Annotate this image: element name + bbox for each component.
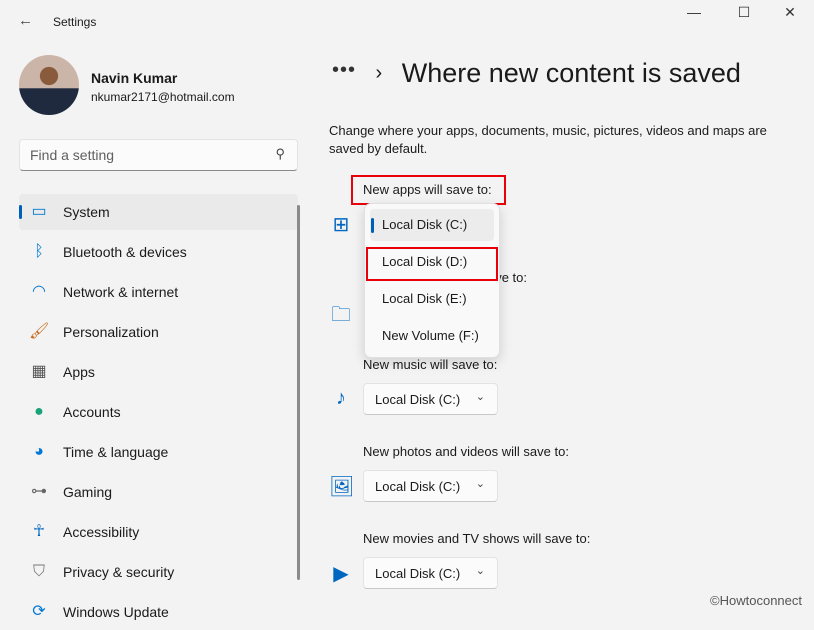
breadcrumb-more-button[interactable]: ••• <box>332 59 356 81</box>
avatar[interactable] <box>19 55 79 115</box>
folder-icon: 🗀 <box>331 304 351 326</box>
person-icon: ● <box>34 403 44 420</box>
sidebar-item-label: Time & language <box>63 444 169 460</box>
accessibility-icon: ☥ <box>33 523 45 540</box>
chevron-down-icon: ⌄ <box>475 391 485 403</box>
sidebar-scrollbar[interactable] <box>297 205 300 580</box>
search-placeholder: Find a setting <box>30 147 115 163</box>
page-description: Change where your apps, documents, music… <box>329 123 767 156</box>
selected-value: Local Disk (C:) <box>375 479 461 494</box>
selected-value: Local Disk (C:) <box>375 566 461 581</box>
gamepad-icon: ⊶ <box>31 483 47 500</box>
section-label: New photos and videos will save to: <box>363 444 569 459</box>
drive-select[interactable]: Local Disk (C:) ⌄ <box>363 470 498 502</box>
video-icon: ▶ <box>333 563 349 585</box>
back-button[interactable]: ← <box>18 12 33 29</box>
sidebar-item-label: Gaming <box>63 484 113 500</box>
selection-indicator <box>19 205 22 219</box>
option-label: New Volume (F:) <box>382 328 479 343</box>
sidebar-item[interactable]: ☥ Accessibility <box>19 514 298 550</box>
sidebar-item-label: Privacy & security <box>63 564 175 580</box>
dropdown-option[interactable]: New Volume (F:) <box>370 320 494 352</box>
drive-select[interactable]: Local Disk (C:) ⌄ <box>363 383 498 415</box>
highlight-box <box>366 247 498 281</box>
sidebar-item[interactable]: ⊶ Gaming <box>19 474 298 510</box>
highlight-box <box>351 175 506 205</box>
sidebar-item[interactable]: ⛉ Privacy & security <box>19 554 298 590</box>
window-title: Settings <box>53 15 97 29</box>
wifi-icon: ◠ <box>32 283 46 300</box>
search-input[interactable]: Find a setting ⚲ <box>19 139 298 171</box>
chevron-right-icon: › <box>375 62 383 84</box>
sidebar-item-label: System <box>63 204 110 220</box>
chevron-down-icon: ⌄ <box>475 478 485 490</box>
search-icon[interactable]: ⚲ <box>275 146 285 162</box>
sidebar-item[interactable]: ◠ Network & internet <box>19 274 298 310</box>
minimize-button[interactable]: — <box>674 4 714 26</box>
sidebar-item-label: Windows Update <box>63 604 169 620</box>
sidebar-item-label: Accounts <box>63 404 121 420</box>
breadcrumb: ••• › Where new content is saved <box>332 58 741 89</box>
bluetooth-icon: ᛒ <box>34 243 44 260</box>
dropdown-option[interactable]: Local Disk (C:) <box>370 209 494 241</box>
watermark: ©Howtoconnect <box>710 593 802 608</box>
sidebar-item-label: Bluetooth & devices <box>63 244 187 260</box>
sidebar-item-label: Apps <box>63 364 95 380</box>
apps-drive-icon: ⊞ <box>332 214 350 236</box>
selection-indicator <box>371 218 374 233</box>
sidebar-item-label: Personalization <box>63 324 159 340</box>
sidebar-item[interactable]: ● Accounts <box>19 394 298 430</box>
system-icon: ▭ <box>31 203 47 220</box>
sidebar-item[interactable]: ᛒ Bluetooth & devices <box>19 234 298 270</box>
user-name: Navin Kumar <box>91 70 178 86</box>
selected-value: Local Disk (C:) <box>375 392 461 407</box>
apps-icon: ▦ <box>31 363 47 380</box>
drive-select[interactable]: Local Disk (C:) ⌄ <box>363 557 498 589</box>
sidebar-item[interactable]: 🖌 Personalization <box>19 314 298 350</box>
sidebar-item[interactable]: ⟳ Windows Update <box>19 594 298 630</box>
sidebar-item-label: Accessibility <box>63 524 140 540</box>
section-label: New music will save to: <box>363 357 498 372</box>
globe-clock-icon: ◕ <box>34 443 44 460</box>
chevron-down-icon: ⌄ <box>475 565 485 577</box>
music-icon: ♪ <box>336 387 346 409</box>
option-label: Local Disk (E:) <box>382 291 467 306</box>
option-label: Local Disk (C:) <box>382 217 468 232</box>
update-icon: ⟳ <box>32 603 46 620</box>
sidebar-item[interactable]: ▭ System <box>19 194 298 230</box>
dropdown-option[interactable]: Local Disk (E:) <box>370 283 494 315</box>
photo-icon: 🖼 <box>329 476 355 498</box>
page-title: Where new content is saved <box>401 58 741 88</box>
shield-icon: ⛉ <box>32 563 45 580</box>
brush-icon: 🖌 <box>29 323 50 340</box>
user-email: nkumar2171@hotmail.com <box>91 90 235 104</box>
sidebar-item[interactable]: ▦ Apps <box>19 354 298 390</box>
maximize-button[interactable]: ☐ <box>724 4 764 26</box>
close-button[interactable]: ✕ <box>770 4 810 26</box>
sidebar-item[interactable]: ◕ Time & language <box>19 434 298 470</box>
section-label: New movies and TV shows will save to: <box>363 531 591 546</box>
sidebar-item-label: Network & internet <box>63 284 179 300</box>
